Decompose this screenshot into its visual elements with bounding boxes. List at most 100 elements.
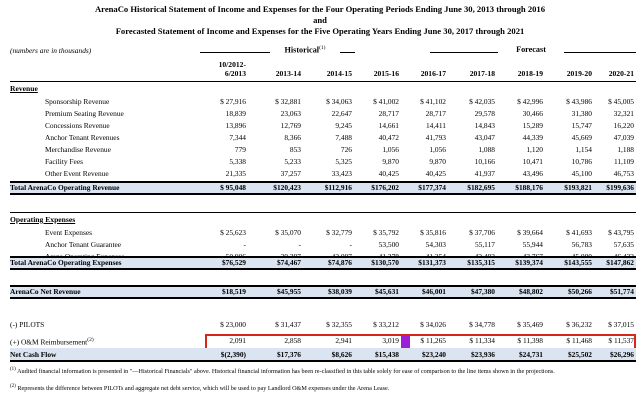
column-header-line: 2014-15 — [326, 69, 352, 78]
cell-value: $23,240 — [421, 350, 446, 359]
row-label: ArenaCo Net Revenue — [10, 286, 80, 297]
cell-value: 30,466 — [522, 109, 543, 118]
cell-value: $45,955 — [276, 287, 301, 296]
footnote-2: (2) Represents the difference between PI… — [10, 384, 390, 393]
row-label-text: Facility Fees — [45, 157, 83, 166]
cell-value: $ 23,000 — [220, 320, 246, 329]
column-header-4: 2016-17 — [396, 69, 446, 78]
row-label: Facility Fees — [45, 156, 83, 167]
cell-value: 5,338 — [229, 157, 246, 166]
cell-value: 18,839 — [225, 109, 246, 118]
table-row: Sponsorship Revenue $ 27,916 $ 32,881 $ 34,… — [0, 96, 640, 107]
cell-value: 40,425 — [425, 169, 446, 178]
row-label-text: Total ArenaCo Operating Revenue — [10, 183, 120, 192]
report-title-line-2: and — [313, 15, 327, 25]
table-row: (+) O&M Reimbursement(2) 2,091 2,858 2,941 3… — [0, 335, 640, 346]
cell-value: $ 37,015 — [608, 320, 634, 329]
cell-value: 2,091 — [229, 336, 246, 345]
expenses-total-bottom-rule — [10, 268, 636, 270]
table-row: Facility Fees 5,338 5,233 5,325 9,870 9,870 10… — [0, 156, 640, 167]
row-label-text: Premium Seating Revenue — [45, 109, 124, 118]
row-label-text: Anchor Tenant Revenues — [45, 133, 120, 142]
cell-value: 46,753 — [613, 169, 634, 178]
cell-value: $131,373 — [418, 258, 446, 267]
cell-value: 1,056 — [429, 145, 446, 154]
cell-value: $ 39,664 — [517, 228, 543, 237]
row-label-text: Other Event Revenue — [45, 169, 109, 178]
row-label-text: Event Expenses — [45, 228, 92, 237]
table-row: Merchandise Revenue 779 853 726 1,056 1,056 1,… — [0, 144, 640, 155]
column-header-line: 2015-16 — [373, 69, 399, 78]
column-header-5: 2017-18 — [445, 69, 495, 78]
column-header-1: 2013-14 — [251, 69, 301, 78]
table-row: Premium Seating Revenue 18,839 23,063 22,64… — [0, 108, 640, 119]
report-title-line-3: Forecasted Statement of Income and Expen… — [115, 26, 525, 36]
cell-value: $ 11,398 — [517, 336, 543, 345]
cell-value: $ 32,881 — [275, 97, 301, 106]
cell-value: $ 11,537 — [608, 336, 634, 345]
table-row: ArenaCo Net Revenue $18,519 $45,955 $38,039… — [0, 286, 640, 297]
cell-value: $76,529 — [221, 258, 246, 267]
table-row: Total ArenaCo Operating Expenses $76,529 $… — [0, 257, 640, 268]
table-row: Net Cash Flow $(2,390) $17,376 $8,626 $15,43… — [0, 349, 640, 360]
row-label: Total ArenaCo Operating Expenses — [10, 257, 122, 268]
expenses-section-title: Operating Expenses — [10, 215, 76, 224]
cell-value: $ 35,469 — [517, 320, 543, 329]
row-label: Other Event Revenue — [45, 168, 109, 179]
cell-value: 1,188 — [617, 145, 634, 154]
column-header-0: 10/2012- 6/2013 — [196, 60, 246, 78]
column-header-8: 2020-21 — [584, 69, 634, 78]
table-row: Anchor Tenant Revenues 7,344 8,366 7,488 40,… — [0, 132, 640, 143]
column-header-line: 10/2012- — [218, 60, 246, 69]
row-label: Concessions Revenue — [45, 120, 110, 131]
row-label: Anchor Tenant Revenues — [45, 132, 119, 143]
cell-value: 7,344 — [229, 133, 246, 142]
cell-value: 44,339 — [522, 133, 543, 142]
cell-value: 13,896 — [225, 121, 246, 130]
cell-value: 37,257 — [280, 169, 301, 178]
historical-group-header: Historical(1) — [270, 45, 340, 55]
cell-value: 32,321 — [613, 109, 634, 118]
units-note: (numbers are in thousands) — [10, 46, 92, 55]
report-title-line-1: ArenaCo Historical Statement of Income a… — [94, 4, 546, 14]
cell-value: 55,944 — [522, 240, 543, 249]
footnote-1: (1) Audited financial information is pre… — [10, 367, 555, 376]
cell-value: 10,471 — [522, 157, 543, 166]
table-row: Other Event Revenue 21,335 37,257 33,423 40,… — [0, 168, 640, 179]
table-row: (-) PILOTS $ 23,000 $ 31,437 $ 32,355 $ 33,2… — [0, 319, 640, 330]
column-header-line: 2013-14 — [275, 69, 301, 78]
cell-value: $199,636 — [606, 183, 634, 192]
row-label: Event Expenses — [45, 227, 92, 238]
cell-value: $ 25,623 — [220, 228, 246, 237]
cell-value: $ 34,026 — [420, 320, 446, 329]
cell-value: 15,289 — [522, 121, 543, 130]
cell-value: $ 31,437 — [275, 320, 301, 329]
row-label-text: Sponsorship Revenue — [45, 97, 110, 106]
table-row: Event Expenses $ 25,623 $ 35,070 $ 32,779 $ … — [0, 227, 640, 238]
cell-value: 14,411 — [425, 121, 446, 130]
cell-value: $ 27,916 — [220, 97, 246, 106]
row-label: Net Cash Flow — [10, 349, 56, 360]
column-header-2: 2014-15 — [302, 69, 352, 78]
cell-value: $ 41,102 — [420, 97, 446, 106]
row-label-text: ArenaCo Net Revenue — [10, 287, 81, 296]
cell-value: 779 — [234, 145, 246, 154]
cell-value: $26,296 — [609, 350, 634, 359]
column-header-line: 6/2013 — [224, 69, 246, 78]
row-label: Sponsorship Revenue — [45, 96, 109, 107]
row-label: (-) PILOTS — [10, 319, 44, 330]
row-label-text: Net Cash Flow — [10, 350, 57, 359]
cell-value: $ 35,816 — [420, 228, 446, 237]
net-cash-flow-bottom-rule — [10, 360, 636, 362]
row-label: Premium Seating Revenue — [45, 108, 124, 119]
column-header-6: 2018-19 — [493, 69, 543, 78]
table-row: Concessions Revenue 13,896 12,769 9,245 14,6… — [0, 120, 640, 131]
cell-value: $(2,390) — [220, 350, 246, 359]
cell-value: $46,001 — [421, 287, 446, 296]
column-header-line: 2018-19 — [517, 69, 543, 78]
cell-value: $48,802 — [518, 287, 543, 296]
cell-value: 21,335 — [225, 169, 246, 178]
revenue-section-title: Revenue — [10, 84, 38, 93]
cell-value: $177,374 — [418, 183, 446, 192]
column-header-line: 2016-17 — [420, 69, 446, 78]
